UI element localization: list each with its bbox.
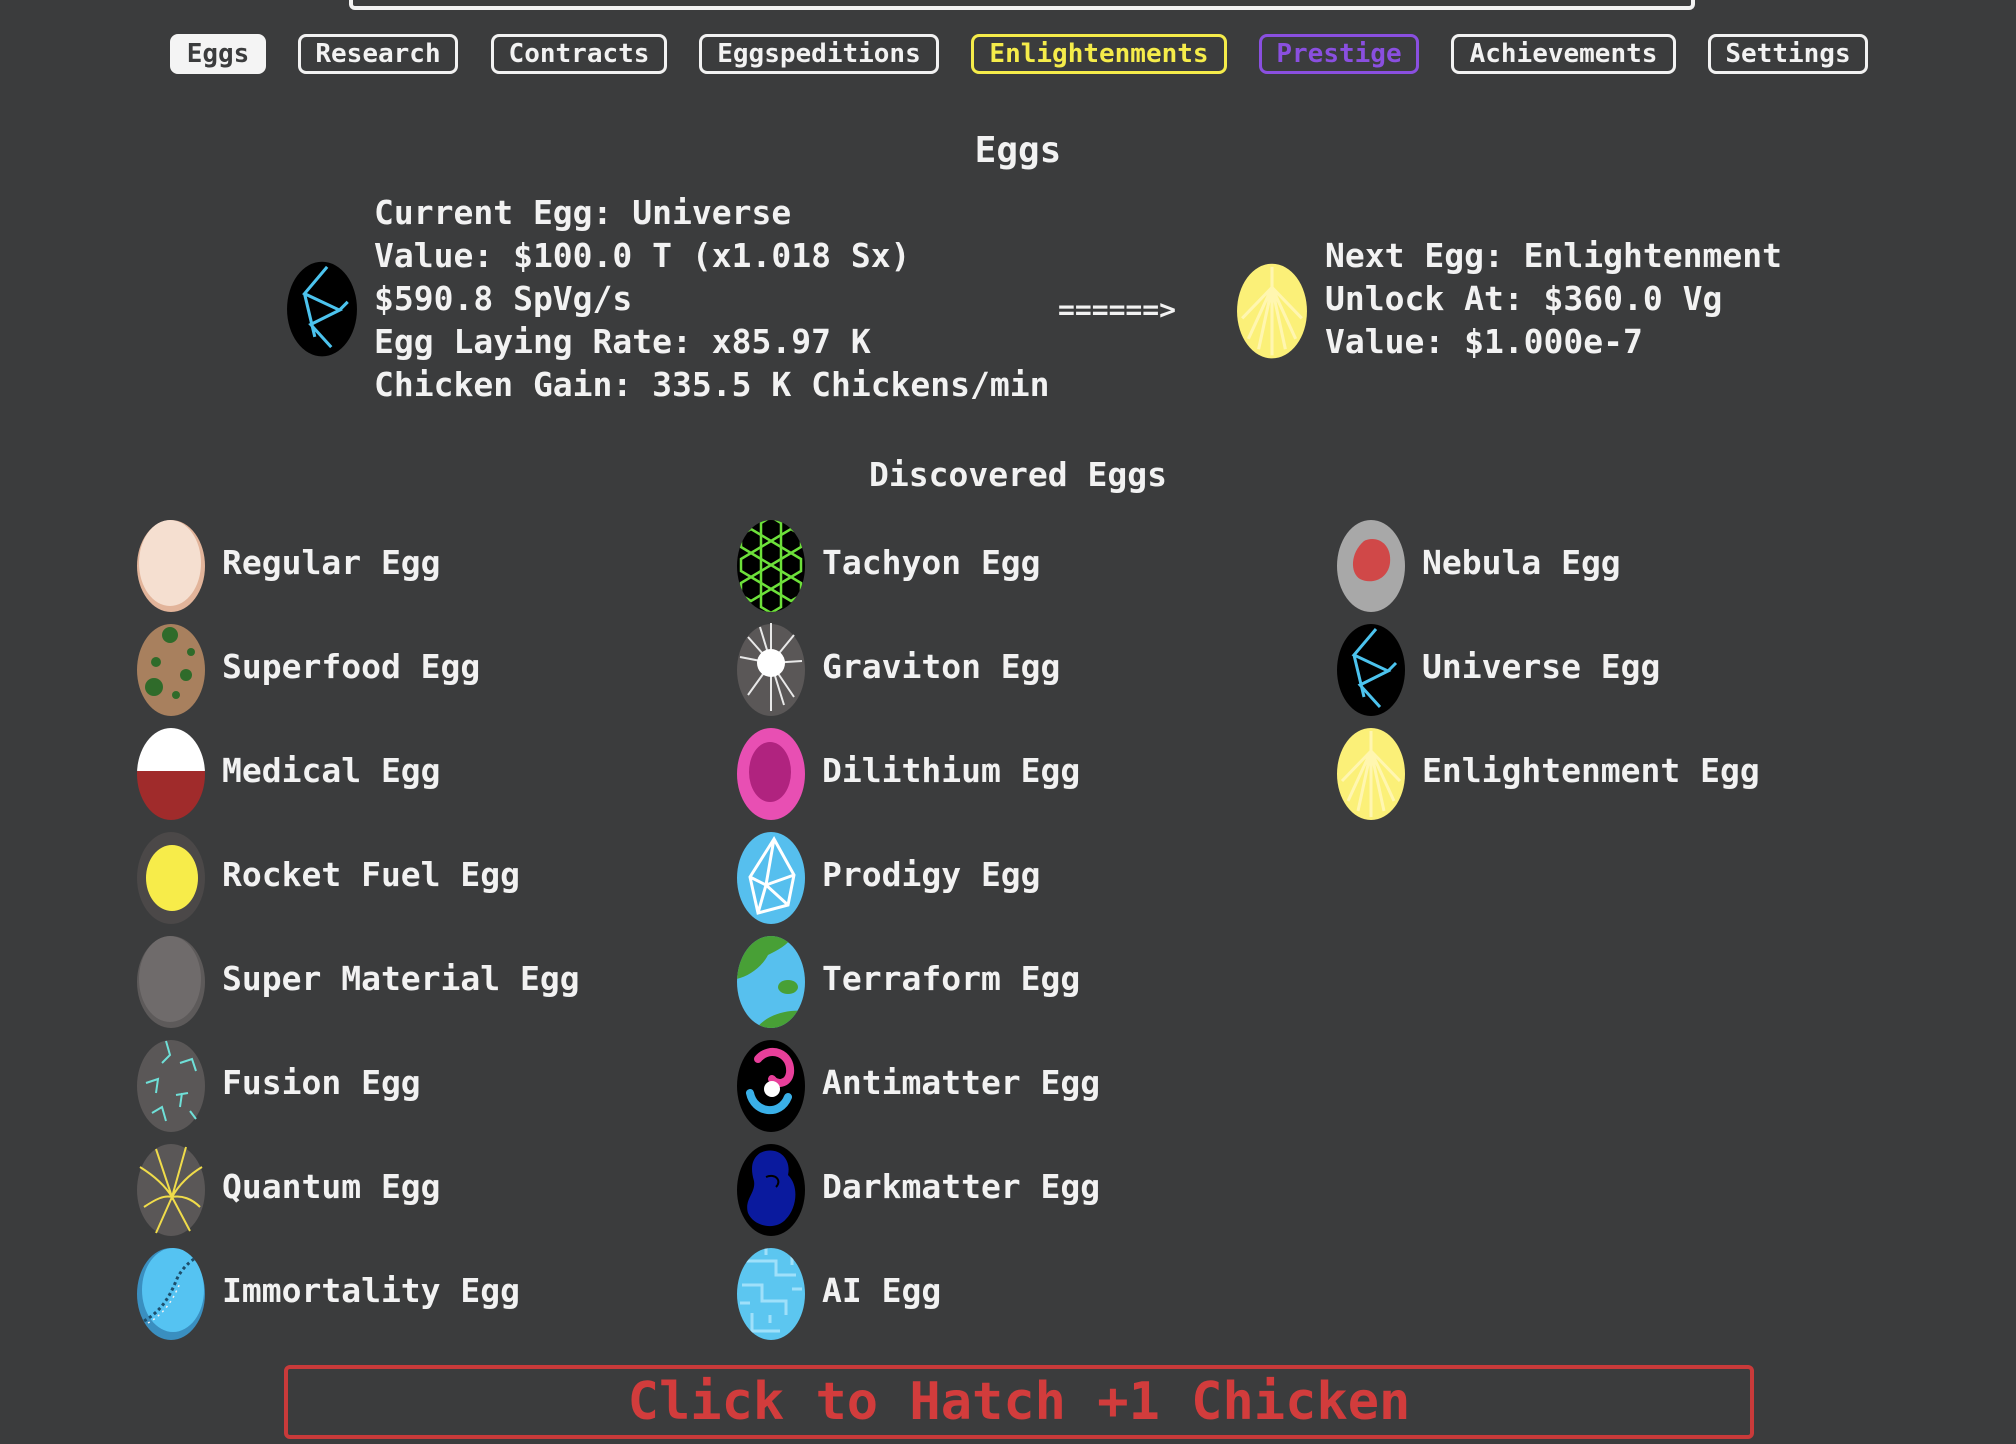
ai-egg-icon [737,1248,805,1340]
discovered-eggs-title: Discovered Eggs [868,455,1167,494]
tab-prestige[interactable]: Prestige [1259,34,1419,74]
regular-egg-icon [137,520,205,612]
egg-label: Universe Egg [1422,647,1661,686]
enlightenment-egg-icon [1237,263,1307,359]
egg-label: Antimatter Egg [822,1063,1101,1102]
tab-contracts[interactable]: Contracts [491,34,667,74]
antimatter-egg-icon [737,1040,805,1132]
terraform-egg-icon [737,936,805,1028]
tab-achievements[interactable]: Achievements [1451,34,1676,74]
egg-label: Rocket Fuel Egg [222,855,521,894]
tab-eggspeditions[interactable]: Eggspeditions [699,34,939,74]
next-egg-arrow: ======> [1058,293,1177,326]
current-egg-name: Current Egg: Universe [374,193,792,232]
immortality-egg-icon [137,1248,205,1340]
egg-label: Medical Egg [222,751,441,790]
tab-settings[interactable]: Settings [1708,34,1868,74]
egg-label: Darkmatter Egg [822,1167,1101,1206]
universe-egg-icon [287,261,357,357]
next-egg-unlock: Unlock At: $360.0 Vg [1325,279,1723,318]
rocket-fuel-egg-icon [137,832,205,924]
egg-label: Prodigy Egg [822,855,1041,894]
medical-egg-icon [137,728,205,820]
tab-eggs[interactable]: Eggs [170,34,266,74]
eggs-section-title: Eggs [974,130,1062,171]
current-earning-rate: $590.8 SpVg/s [374,279,633,318]
prodigy-egg-icon [737,832,805,924]
egg-label: Immortality Egg [222,1271,521,1310]
egg-label: Graviton Egg [822,647,1061,686]
fusion-egg-icon [137,1040,205,1132]
egg-label: Nebula Egg [1422,543,1621,582]
universe-egg-icon [1337,624,1405,716]
egg-label: Superfood Egg [222,647,481,686]
next-egg-value: Value: $1.000e-7 [1325,322,1643,361]
egg-label: Enlightenment Egg [1422,751,1760,790]
nebula-egg-icon [1337,520,1405,612]
darkmatter-egg-icon [737,1144,805,1236]
egg-label: AI Egg [822,1271,942,1310]
current-egg-value: Value: $100.0 T (x1.018 Sx) [374,236,911,275]
egg-label: Fusion Egg [222,1063,421,1102]
graviton-egg-icon [737,623,805,716]
egg-label: Tachyon Egg [822,543,1041,582]
egg-laying-rate: Egg Laying Rate: x85.97 K [374,322,871,361]
superfood-egg-icon [137,624,205,716]
tab-enlightenments[interactable]: Enlightenments [971,34,1227,74]
tachyon-egg-icon [737,520,805,612]
chicken-gain: Chicken Gain: 335.5 K Chickens/min [374,365,1050,404]
top-panel-edge [349,0,1695,10]
egg-label: Dilithium Egg [822,751,1081,790]
egg-label: Super Material Egg [222,959,580,998]
enlightenment-egg-icon [1337,728,1405,820]
main-tabs: Eggs Research Contracts Eggspeditions En… [0,34,2016,82]
egg-label: Terraform Egg [822,959,1081,998]
tab-research[interactable]: Research [298,34,458,74]
super-material-egg-icon [137,936,205,1028]
quantum-egg-icon [137,1144,205,1236]
next-egg-name: Next Egg: Enlightenment [1325,236,1782,275]
egg-label: Quantum Egg [222,1167,441,1206]
dilithium-egg-icon [737,728,805,820]
hatch-chicken-button[interactable]: Click to Hatch +1 Chicken [284,1365,1754,1439]
egg-label: Regular Egg [222,543,441,582]
